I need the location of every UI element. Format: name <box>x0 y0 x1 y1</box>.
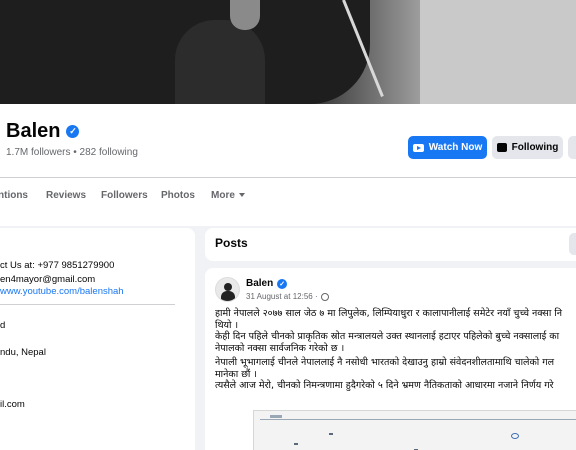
post-text-line: नेपाली भूभागलाई चीनले नेपाललाई नै नसोधी … <box>215 357 555 368</box>
following-icon <box>496 143 507 152</box>
post-text-line: मानेका छौं । <box>215 368 257 380</box>
intro-location: ndu, Nepal <box>0 347 46 358</box>
avatar-body <box>221 291 235 301</box>
intro-email[interactable]: en4mayor@gmail.com <box>0 274 95 285</box>
tab-reviews[interactable]: Reviews <box>46 190 86 201</box>
post-text: हामी नेपालले २०७७ साल जेठ ७ मा लिपुलेक, … <box>215 308 576 392</box>
intro-website[interactable]: il.com <box>0 399 25 410</box>
intro-youtube-link[interactable]: www.youtube.com/balenshah <box>0 286 124 297</box>
intro-divider <box>0 304 175 305</box>
profile-name[interactable]: Balen ✓ <box>6 120 80 143</box>
caret-down-icon <box>238 193 245 198</box>
tab-more[interactable]: More <box>211 190 245 201</box>
tv-icon <box>412 143 424 152</box>
post-author-name[interactable]: Balen <box>246 278 273 289</box>
avatar[interactable] <box>215 277 240 302</box>
map-marker <box>294 443 298 445</box>
post-card: Balen ✓ 31 August at 12:56 · हामी नेपालल… <box>205 268 576 450</box>
map-marker <box>329 433 333 435</box>
post-text-line: नेपालको नक्सा सार्वजनिक गरेको छ । <box>215 342 345 354</box>
posts-title: Posts <box>215 236 248 250</box>
post-text-line: हामी नेपालले २०७७ साल जेठ ७ मा लिपुलेक, … <box>215 308 563 319</box>
post-image-map[interactable] <box>253 410 576 450</box>
posts-header-card: Posts <box>205 228 576 261</box>
watch-now-label: Watch Now <box>428 142 483 153</box>
post-text-line: थियो । <box>215 319 239 331</box>
tab-photos[interactable]: Photos <box>161 190 195 201</box>
more-actions-button[interactable] <box>568 136 576 159</box>
tab-mentions[interactable]: ntions <box>0 190 28 201</box>
map-label <box>270 415 282 418</box>
tab-followers[interactable]: Followers <box>101 190 148 201</box>
follow-stats[interactable]: 1.7M followers • 282 following <box>6 147 138 158</box>
intro-item: d <box>0 320 6 331</box>
cover-photo[interactable] <box>0 0 576 104</box>
post-text-line: केही दिन पहिले चीनको प्राकृतिक स्रोत मन्… <box>215 331 560 342</box>
profile-name-text[interactable]: Balen <box>6 120 60 143</box>
cover-hand <box>230 0 260 30</box>
map-lake <box>511 433 519 439</box>
following-button[interactable]: Following <box>492 136 563 159</box>
avatar-head <box>224 283 232 291</box>
post-meta[interactable]: 31 August at 12:56 · <box>246 292 329 301</box>
post-text-line: त्यसैले आज मेरो, चीनको निमन्त्रणामा हुदै… <box>215 380 554 391</box>
globe-icon <box>320 292 329 301</box>
following-label: Following <box>511 142 559 153</box>
verified-badge-icon: ✓ <box>277 278 288 289</box>
header-divider <box>0 177 576 178</box>
map-border-line <box>260 419 576 450</box>
profile-header: Balen ✓ 1.7M followers • 282 following W… <box>0 104 576 226</box>
post-timestamp[interactable]: 31 August at 12:56 · <box>246 292 318 301</box>
watch-now-button[interactable]: Watch Now <box>408 136 487 159</box>
intro-card: ct Us at: +977 9851279900 en4mayor@gmail… <box>0 228 195 450</box>
verified-badge-icon: ✓ <box>66 125 80 138</box>
tab-more-label: More <box>211 190 235 201</box>
filters-button[interactable] <box>569 233 576 255</box>
post-author[interactable]: Balen ✓ <box>246 278 288 289</box>
intro-contact: ct Us at: +977 9851279900 <box>0 260 115 271</box>
cover-shoulder <box>175 20 265 104</box>
